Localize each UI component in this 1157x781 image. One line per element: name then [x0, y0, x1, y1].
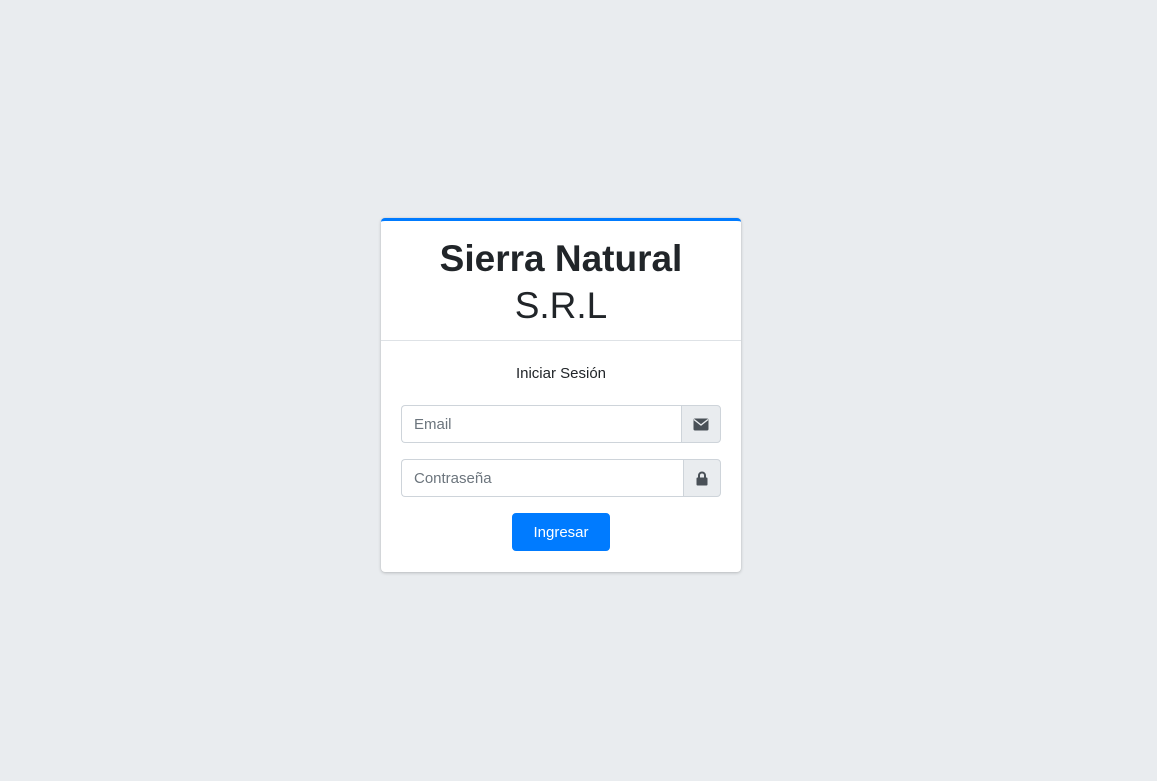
- login-submit-button[interactable]: Ingresar: [512, 513, 610, 551]
- password-input-group: [401, 459, 721, 497]
- email-input[interactable]: [401, 405, 681, 443]
- login-card: Sierra Natural S.R.L Iniciar Sesión Emai…: [381, 218, 741, 572]
- login-form: Ingresar: [401, 405, 721, 551]
- password-input[interactable]: [401, 459, 683, 497]
- brand-name: Sierra Natural: [439, 238, 683, 279]
- card-header: Sierra Natural S.R.L: [381, 221, 741, 341]
- lock-icon: [696, 471, 708, 485]
- login-box-message: Iniciar Sesión: [515, 365, 607, 382]
- card-body: Iniciar Sesión Email Ingresar: [381, 341, 741, 551]
- brand-suffix: S.R.L: [514, 285, 608, 326]
- email-addon: [681, 405, 721, 443]
- envelope-icon: [693, 418, 709, 430]
- lock-addon: [683, 459, 721, 497]
- email-input-group: [401, 405, 721, 443]
- submit-wrap: Ingresar: [401, 513, 721, 551]
